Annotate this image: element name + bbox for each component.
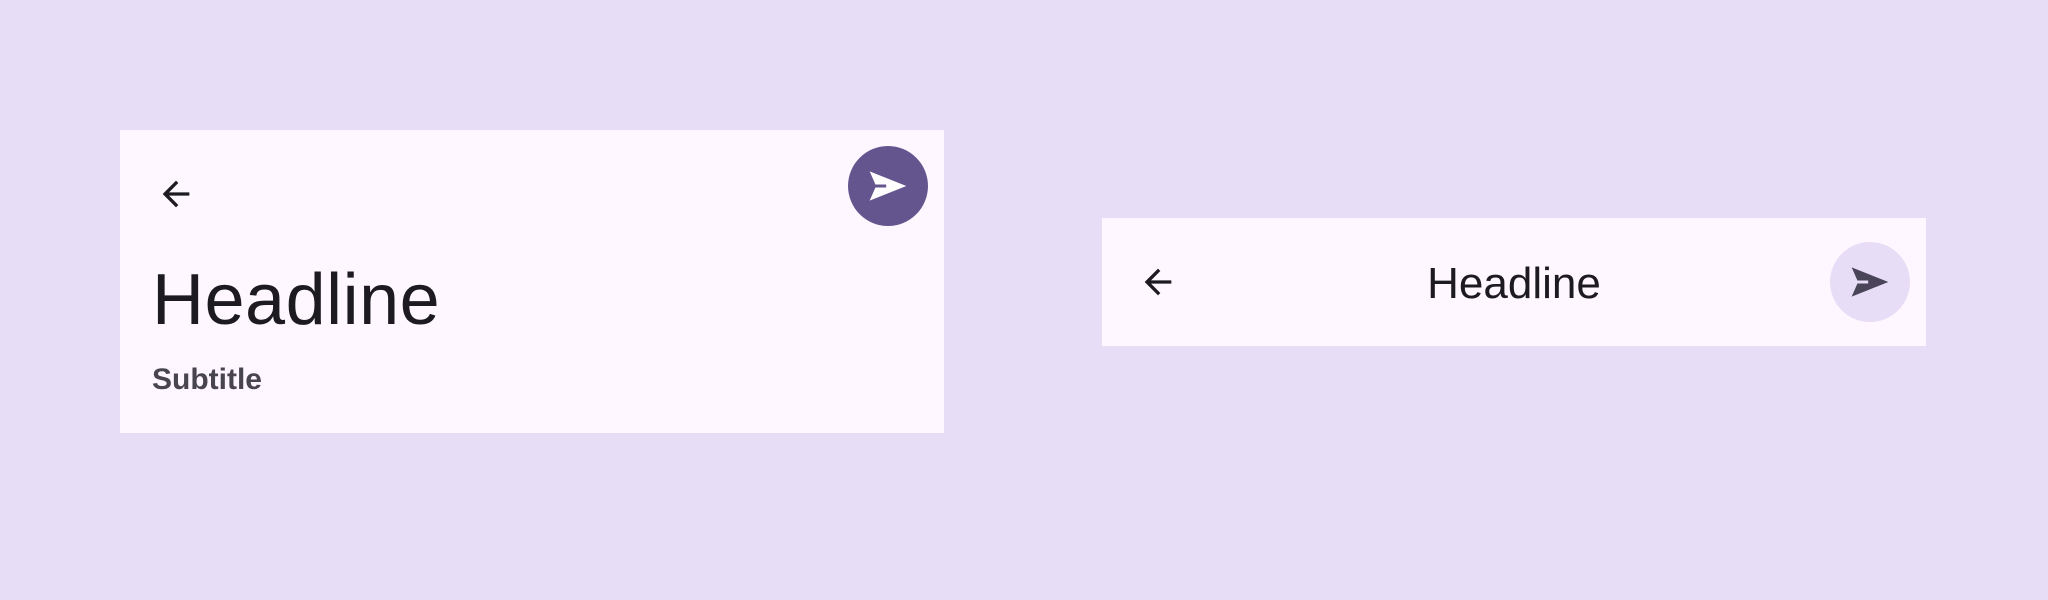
page-subtitle: Subtitle	[152, 363, 262, 396]
page-title: Headline	[1427, 259, 1601, 308]
page-title: Headline	[152, 260, 441, 340]
back-button[interactable]	[144, 162, 208, 226]
large-top-app-bar: Headline Subtitle	[120, 130, 944, 433]
center-aligned-top-app-bar: Headline	[1102, 218, 1926, 346]
send-button[interactable]	[848, 146, 928, 226]
arrow-back-icon	[162, 180, 190, 208]
send-icon	[1851, 267, 1889, 297]
send-button[interactable]	[1830, 242, 1910, 322]
send-icon	[869, 171, 907, 201]
